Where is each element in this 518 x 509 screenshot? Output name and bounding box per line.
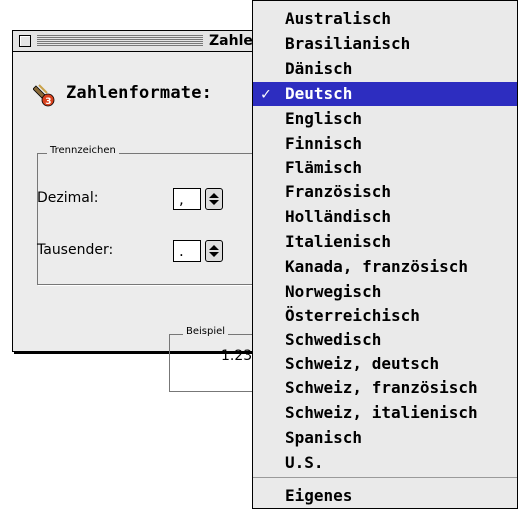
menu-item[interactable]: Österreichisch [253,304,517,328]
menu-separator [253,477,517,478]
decimal-separator-popup[interactable] [205,188,223,210]
menu-item-selected[interactable]: ✓ Deutsch [253,82,517,106]
menu-item[interactable]: Brasilianisch [253,32,517,56]
menu-item[interactable]: Schwedisch [253,328,517,352]
menu-item[interactable]: Schweiz, französisch [253,376,517,400]
menu-item[interactable]: Flämisch [253,156,517,180]
menu-item[interactable]: Norwegisch [253,280,517,304]
menu-item[interactable]: Schweiz, deutsch [253,352,517,376]
menu-item[interactable]: Englisch [253,107,517,131]
separators-legend: Trennzeichen [47,145,119,156]
updown-arrows-icon [209,193,219,205]
menu-item[interactable]: Holländisch [253,205,517,229]
panel-heading: Zahlenformate: [66,83,213,103]
menu-item[interactable]: Schweiz, italienisch [253,401,517,425]
region-popup-menu[interactable]: Australisch Brasilianisch Dänisch ✓ Deut… [252,0,518,509]
updown-arrows-icon [209,245,219,257]
close-box[interactable] [19,35,31,47]
decimal-separator-field[interactable]: , [173,188,201,210]
window-title: Zahle [203,32,259,50]
menu-item[interactable]: Dänisch [253,57,517,81]
menu-item-custom[interactable]: Eigenes [253,484,517,508]
checkmark-icon: ✓ [261,84,271,103]
menu-item[interactable]: Australisch [253,7,517,31]
menu-item[interactable]: Kanada, französisch [253,255,517,279]
menu-item[interactable]: Italienisch [253,230,517,254]
decimal-label: Dezimal: [37,190,99,206]
numbers-panel-icon: 3 [33,84,55,107]
menu-item[interactable]: Finnisch [253,132,517,156]
menu-item[interactable]: Französisch [253,180,517,204]
thousands-separator-popup[interactable] [205,240,223,262]
menu-item[interactable]: Spanisch [253,426,517,450]
svg-text:3: 3 [45,97,51,107]
example-legend: Beispiel [183,326,229,337]
example-value: 1.23 [221,348,253,364]
thousands-separator-field[interactable]: . [173,240,201,262]
menu-item[interactable]: U.S. [253,451,517,475]
thousands-label: Tausender: [37,242,114,258]
